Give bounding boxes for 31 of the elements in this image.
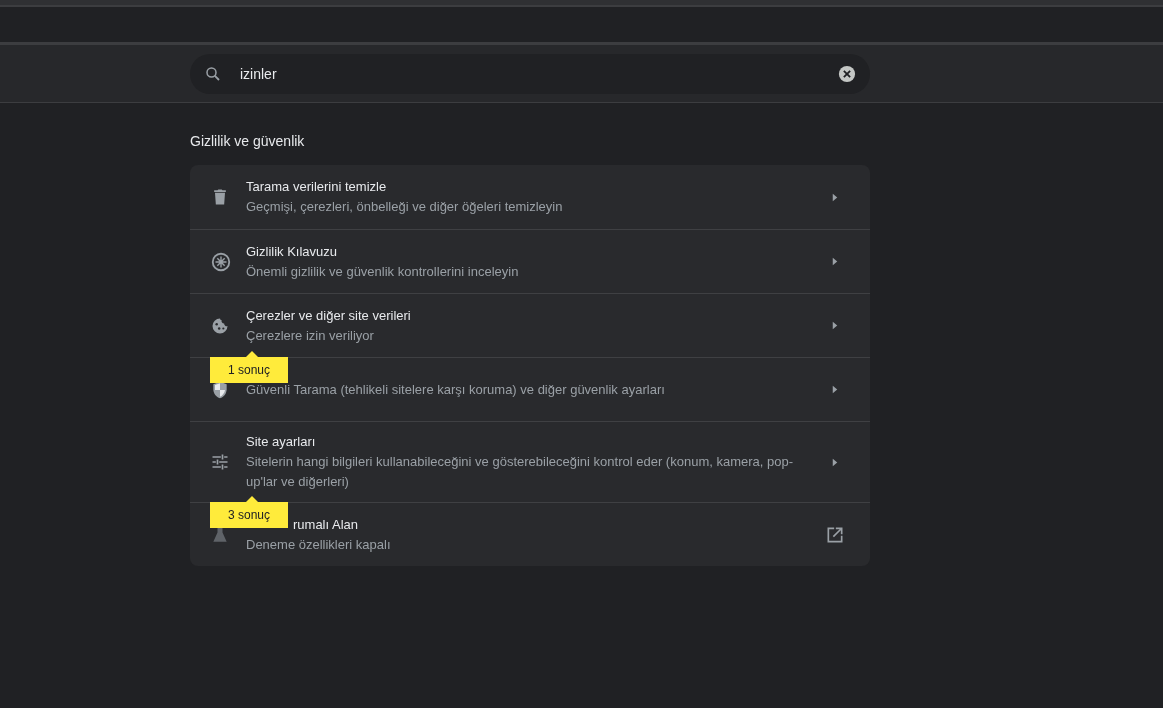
- result-tooltip: 3 sonuç: [210, 502, 289, 528]
- clear-icon[interactable]: [838, 64, 856, 83]
- row-subtitle: Güvenli Tarama (tehlikeli sitelere karşı koruma) ve diğer güvenlik ayarları: [246, 380, 666, 399]
- row-title: rumalı Alan: [293, 515, 360, 534]
- tooltip-pointer: [246, 496, 258, 502]
- search-input[interactable]: izinler: [238, 64, 822, 83]
- row-title: Tarama verilerini temizle: [246, 178, 388, 196]
- row-subtitle: Deneme özellikleri kapalı: [246, 535, 392, 554]
- settings-row[interactable]: 1 sonuç Güvenli Tarama (tehlikeli sitelere karşı koruma) ve diğer güvenlik ayarları: [190, 357, 870, 421]
- arrow-right-icon[interactable]: [832, 321, 838, 330]
- arrow-right-icon[interactable]: [832, 192, 838, 202]
- result-tooltip: 1 sonuç: [210, 357, 289, 383]
- settings-row[interactable]: Tarama verilerini temizle Geçmişi, çerezleri, önbelleği ve diğer öğeleri temizleyin: [190, 165, 870, 229]
- row-title: Çerezler ve diğer site verileri: [246, 306, 412, 325]
- arrow-right-icon[interactable]: [832, 385, 838, 394]
- arrow-right-icon[interactable]: [832, 257, 838, 266]
- row-subtitle: Önemli gizlilik ve güvenlik kontrollerini inceleyin: [246, 262, 520, 281]
- arrow-right-icon[interactable]: [832, 457, 838, 467]
- tooltip-pointer: [246, 351, 258, 357]
- search-field[interactable]: izinler: [190, 53, 870, 94]
- row-subtitle: Çerezlere izin veriliyor: [246, 326, 375, 345]
- search-icon: [204, 64, 222, 83]
- sliders-icon: [210, 452, 230, 472]
- section-title: Gizlilik ve güvenlik: [190, 133, 306, 149]
- row-title: Site ayarları: [246, 433, 317, 451]
- settings-row[interactable]: 3 sonuç rumalı Alan Deneme özellikleri kapalı: [190, 502, 870, 566]
- row-subtitle: Geçmişi, çerezleri, önbelleği ve diğer öğeleri temizleyin: [246, 198, 564, 216]
- compass-icon: [210, 250, 232, 273]
- row-title: Gizlilik Kılavuzu: [246, 242, 339, 261]
- row-subtitle: Sitelerin hangi bilgileri kullanabileceğini ve gösterebileceğini kontrol eder (konum, kamera, pop-up'lar ve diğerleri): [246, 453, 795, 491]
- settings-row[interactable]: Gizlilik Kılavuzu Önemli gizlilik ve güvenlik kontrollerini inceleyin: [190, 229, 870, 293]
